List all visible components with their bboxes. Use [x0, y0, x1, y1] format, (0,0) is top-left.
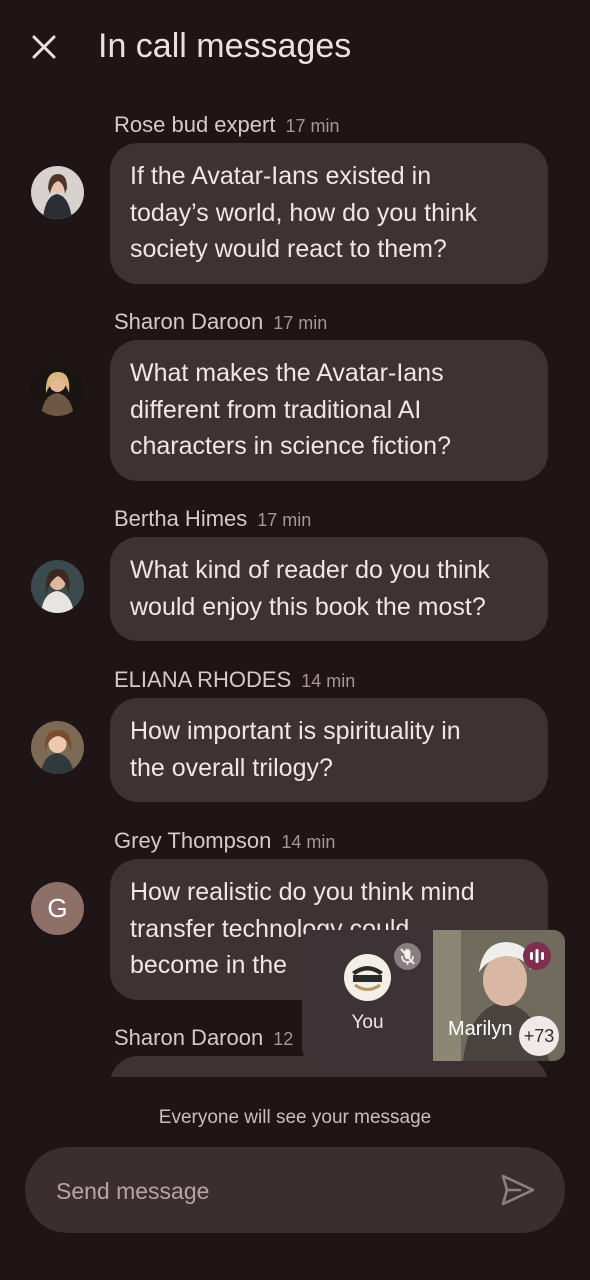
message-time: 14 min — [281, 832, 336, 852]
sender-name: Bertha Himes — [114, 506, 248, 531]
avatar[interactable] — [31, 166, 84, 219]
message-bubble: How important is spirituality in the ove… — [110, 698, 548, 802]
self-tile[interactable]: You — [302, 930, 433, 1061]
message-bubble: If the Avatar-Ians existed in today’s wo… — [110, 143, 548, 284]
sender-name: Rose bud expert — [114, 112, 276, 137]
avatar[interactable] — [31, 560, 84, 613]
seal-logo-icon — [345, 955, 390, 1000]
call-preview-tile[interactable]: You Marilyn +73 — [302, 930, 565, 1061]
self-avatar — [344, 954, 391, 1001]
header: In call messages — [0, 0, 590, 96]
avatar[interactable] — [31, 363, 84, 416]
message-meta: ELIANA RHODES 14 min — [114, 667, 355, 693]
close-button[interactable] — [26, 29, 62, 65]
remote-participant-name: Marilyn — [448, 1018, 513, 1040]
message-meta: Sharon Daroon 12 — [114, 1025, 293, 1051]
send-button[interactable] — [498, 1171, 538, 1209]
message-bubble: What makes the Avatar-Ians different fro… — [110, 340, 548, 481]
message-meta: Bertha Himes 17 min — [114, 506, 311, 532]
more-participants-badge[interactable]: +73 — [519, 1016, 559, 1056]
message-meta: Sharon Daroon 17 min — [114, 309, 327, 335]
sender-name: ELIANA RHODES — [114, 667, 292, 692]
in-call-messages-screen: In call messages Rose bud expert 17 min I… — [0, 0, 590, 1280]
message-meta: Rose bud expert 17 min — [114, 112, 339, 138]
page-title: In call messages — [98, 27, 352, 65]
message-composer — [25, 1147, 565, 1235]
message-meta: Grey Thompson 14 min — [114, 828, 335, 854]
sender-name: Grey Thompson — [114, 828, 272, 853]
sender-name: Sharon Daroon — [114, 1025, 264, 1050]
message-input[interactable] — [54, 1147, 498, 1235]
audio-bars-icon — [530, 949, 544, 963]
avatar[interactable]: G — [31, 882, 84, 935]
speaking-indicator — [523, 942, 551, 970]
self-label: You — [351, 1012, 384, 1033]
visibility-notice: Everyone will see your message — [158, 1107, 432, 1128]
close-icon — [32, 35, 56, 59]
message-time: 17 min — [285, 116, 340, 136]
send-icon — [501, 1174, 535, 1206]
message-bubble: What kind of reader do you think would e… — [110, 537, 548, 641]
message-time: 12 — [273, 1029, 294, 1049]
message-time: 17 min — [257, 510, 312, 530]
sender-name: Sharon Daroon — [114, 309, 264, 334]
message-time: 14 min — [301, 671, 356, 691]
remote-participant-tile[interactable]: Marilyn +73 — [433, 930, 565, 1061]
message-time: 17 min — [273, 313, 328, 333]
avatar[interactable] — [31, 721, 84, 774]
mic-off-badge — [394, 943, 421, 970]
mic-off-icon — [400, 948, 415, 965]
